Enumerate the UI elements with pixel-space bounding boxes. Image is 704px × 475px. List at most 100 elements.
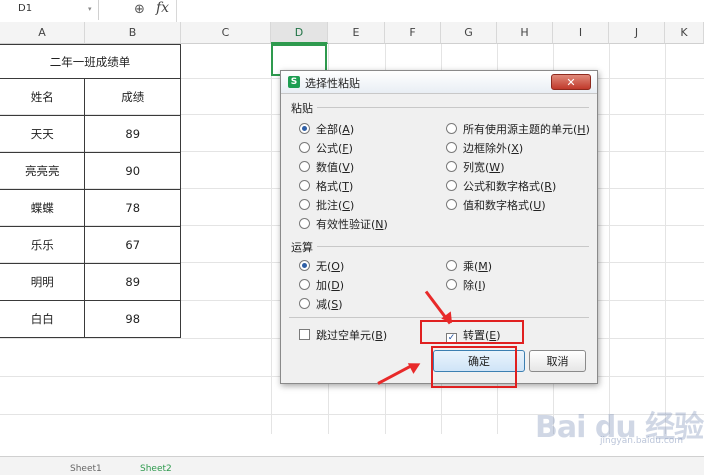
radio-icon[interactable] xyxy=(299,218,310,229)
option-end: ) xyxy=(348,142,353,155)
paste-formulas-numbers-radio[interactable]: 公式和数字格式(R) xyxy=(446,178,556,194)
column-header-b[interactable]: B xyxy=(85,22,181,44)
option-end: ) xyxy=(349,161,355,174)
cell-score[interactable]: 89 xyxy=(84,115,181,153)
cell-score[interactable]: 78 xyxy=(84,189,181,227)
header-score[interactable]: 成绩 xyxy=(84,78,181,116)
paste-formulas-radio[interactable]: 公式(F) xyxy=(299,140,353,156)
zoom-icon[interactable]: ⊕ xyxy=(134,2,145,17)
operation-none-radio[interactable]: 无(O) xyxy=(299,258,344,274)
option-end: ) xyxy=(338,298,343,311)
sheet-tab[interactable]: Sheet1 xyxy=(70,464,102,474)
column-header-e[interactable]: E xyxy=(328,22,385,44)
paste-column-widths-radio[interactable]: 列宽(W) xyxy=(446,159,504,175)
radio-icon[interactable] xyxy=(299,199,310,210)
operation-group-label: 运算 xyxy=(291,241,313,254)
cell-name[interactable]: 蝶蝶 xyxy=(0,189,86,227)
option-key: H xyxy=(577,123,586,136)
grade-table: 二年一班成绩单 姓名 成绩 天天 89 亮亮亮 90 蝶蝶 78 乐乐 67 明… xyxy=(0,44,181,338)
option-key: D xyxy=(331,279,340,292)
radio-icon[interactable] xyxy=(446,279,457,290)
column-header-f[interactable]: F xyxy=(385,22,441,44)
option-end: ) xyxy=(339,260,345,273)
cell-name[interactable]: 白白 xyxy=(0,300,86,338)
chevron-down-icon[interactable]: ▾ xyxy=(88,5,92,13)
option-label: 边框除外( xyxy=(463,142,512,155)
table-title[interactable]: 二年一班成绩单 xyxy=(0,44,181,79)
radio-icon[interactable] xyxy=(299,180,310,191)
table-row: 白白 98 xyxy=(0,300,181,338)
radio-icon[interactable] xyxy=(299,298,310,309)
cell-score[interactable]: 98 xyxy=(84,300,181,338)
radio-icon[interactable] xyxy=(299,161,310,172)
paste-values-radio[interactable]: 数值(V) xyxy=(299,159,354,175)
skip-blanks-checkbox[interactable]: 跳过空单元(B) xyxy=(299,327,387,343)
option-label: 批注( xyxy=(316,199,343,212)
cell-score[interactable]: 90 xyxy=(84,152,181,190)
cell-name[interactable]: 天天 xyxy=(0,115,86,153)
column-header-j[interactable]: J xyxy=(609,22,665,44)
cell-name[interactable]: 亮亮亮 xyxy=(0,152,86,190)
radio-icon[interactable] xyxy=(446,260,457,271)
paste-group-label: 粘贴 xyxy=(291,102,313,115)
option-end: ) xyxy=(481,279,486,292)
option-key: M xyxy=(478,260,488,273)
option-end: ) xyxy=(383,218,388,231)
checkbox-icon[interactable] xyxy=(299,329,310,340)
close-icon[interactable]: ✕ xyxy=(551,74,591,90)
operation-multiply-radio[interactable]: 乘(M) xyxy=(446,258,492,274)
operation-divide-radio[interactable]: 除(I) xyxy=(446,277,486,293)
radio-icon[interactable] xyxy=(299,142,310,153)
radio-icon[interactable] xyxy=(446,180,457,191)
column-header-c[interactable]: C xyxy=(181,22,271,44)
radio-icon[interactable] xyxy=(446,199,457,210)
cell-name[interactable]: 乐乐 xyxy=(0,226,86,264)
column-header-i[interactable]: I xyxy=(553,22,609,44)
cell-score[interactable]: 89 xyxy=(84,263,181,301)
radio-icon[interactable] xyxy=(299,123,310,134)
option-label: 所有使用源主题的单元( xyxy=(463,123,578,136)
paste-all-radio[interactable]: 全部(A) xyxy=(299,121,354,137)
column-header-h[interactable]: H xyxy=(497,22,553,44)
fx-icon[interactable]: fx xyxy=(156,0,169,16)
radio-icon[interactable] xyxy=(446,142,457,153)
transpose-highlight-box xyxy=(420,320,524,344)
option-label: 格式( xyxy=(316,180,343,193)
column-header-a[interactable]: A xyxy=(0,22,85,44)
table-row: 亮亮亮 90 xyxy=(0,152,181,190)
operation-subtract-radio[interactable]: 减(S) xyxy=(299,296,343,312)
option-end: ) xyxy=(541,199,546,212)
group-divider xyxy=(317,246,589,247)
option-end: ) xyxy=(349,180,354,193)
operation-add-radio[interactable]: 加(D) xyxy=(299,277,344,293)
ok-highlight-box xyxy=(431,346,517,388)
option-key: A xyxy=(342,123,350,136)
sheet-tab-active[interactable]: Sheet2 xyxy=(140,464,172,474)
option-label: 加( xyxy=(316,279,332,292)
column-header-g[interactable]: G xyxy=(441,22,497,44)
dialog-title: 选择性粘贴 xyxy=(305,77,360,90)
option-label: 列宽( xyxy=(463,161,490,174)
option-label: 公式和数字格式( xyxy=(463,180,545,193)
option-end: ) xyxy=(518,142,524,155)
paste-comments-radio[interactable]: 批注(C) xyxy=(299,197,354,213)
formula-bar-divider xyxy=(176,0,177,22)
table-row: 明明 89 xyxy=(0,263,181,301)
header-name[interactable]: 姓名 xyxy=(0,78,86,116)
cell-score[interactable]: 67 xyxy=(84,226,181,264)
column-header-d[interactable]: D xyxy=(271,22,328,44)
paste-validation-radio[interactable]: 有效性验证(N) xyxy=(299,216,388,232)
radio-icon[interactable] xyxy=(446,161,457,172)
cancel-button[interactable]: 取消 xyxy=(529,350,586,372)
cell-name[interactable]: 明明 xyxy=(0,263,86,301)
column-header-k[interactable]: K xyxy=(665,22,704,44)
sheet-tab-bar xyxy=(0,456,704,475)
paste-no-borders-radio[interactable]: 边框除外(X) xyxy=(446,140,523,156)
name-box[interactable]: D1 ▾ xyxy=(0,0,99,20)
paste-source-theme-radio[interactable]: 所有使用源主题的单元(H) xyxy=(446,121,590,137)
paste-values-numbers-radio[interactable]: 值和数字格式(U) xyxy=(446,197,546,213)
radio-icon[interactable] xyxy=(299,279,310,290)
paste-formats-radio[interactable]: 格式(T) xyxy=(299,178,353,194)
radio-icon[interactable] xyxy=(299,260,310,271)
radio-icon[interactable] xyxy=(446,123,457,134)
